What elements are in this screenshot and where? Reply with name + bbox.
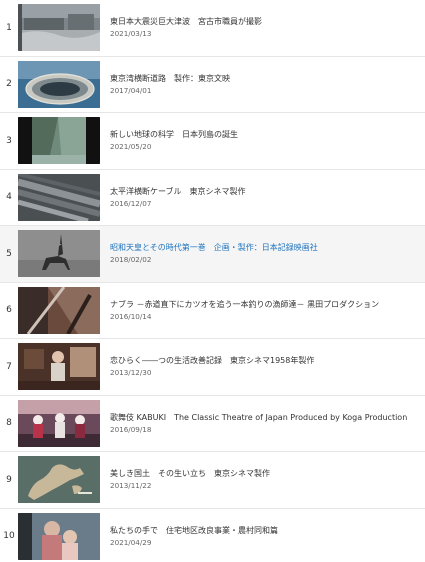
playlist-item-active[interactable]: 5 昭和天皇とその時代第一巻 企画・製作：日本記録映画社 2018/02/02 [0,226,425,283]
item-index: 2 [6,79,12,90]
video-title[interactable]: 東京湾横断道路 製作：東京文映 [110,73,425,84]
item-index: 6 [6,305,12,316]
item-index: 4 [6,192,12,203]
playlist-item[interactable]: 10 私たちの手で 住宅地区改良事業・農村同和篇 2021/04/29 [0,508,425,562]
coastal-cliff-thumbnail[interactable] [18,117,100,165]
item-index: 7 [6,361,12,372]
item-index: 1 [6,22,12,33]
playlist-item[interactable]: 3 新しい地球の科学 日本列島の誕生 2021/05/20 [0,113,425,170]
tsunami-thumbnail[interactable] [18,4,100,52]
video-playlist: 1 東日本大震災巨大津波 宮古市職員が撮影 2021/03/13 2 東京湾横断… [0,0,425,562]
video-title[interactable]: 私たちの手で 住宅地区改良事業・農村同和篇 [110,525,425,536]
kitchen-thumbnail[interactable] [18,343,100,391]
video-title[interactable]: 太平洋横断ケーブル 東京シネマ製作 [110,186,425,197]
mother-child-thumbnail[interactable] [18,512,100,560]
video-title[interactable]: 恋ひらく――つの生活改善記録 東京シネマ1958年製作 [110,355,425,366]
video-date: 2013/12/30 [110,368,152,378]
playlist-item[interactable]: 1 東日本大震災巨大津波 宮古市職員が撮影 2021/03/13 [0,0,425,57]
video-title[interactable]: ナブラ －赤道直下にカツオを追う一本釣りの漁師達－ 黒田プロダクション [110,299,425,310]
video-date: 2021/04/29 [110,537,152,547]
item-index: 5 [6,248,12,259]
playlist-item[interactable]: 8 歌舞伎 KABUKI The Classic Theatre of Japa… [0,395,425,452]
playlist-item[interactable]: 4 太平洋横断ケーブル 東京シネマ製作 2016/12/07 [0,169,425,226]
tunnel-shaft-thumbnail[interactable] [18,60,100,108]
video-date: 2018/02/02 [110,255,152,265]
video-title[interactable]: 新しい地球の科学 日本列島の誕生 [110,129,425,140]
cable-thumbnail[interactable] [18,173,100,221]
fishing-thumbnail[interactable] [18,286,100,334]
playlist-item[interactable]: 9 美しき国土 その生い立ち 東京シネマ製作 2013/11/22 [0,452,425,509]
item-index: 9 [6,474,12,485]
video-title[interactable]: 歌舞伎 KABUKI The Classic Theatre of Japan … [110,412,425,423]
playlist-item[interactable]: 2 東京湾横断道路 製作：東京文映 2017/04/01 [0,56,425,113]
item-index: 3 [6,135,12,146]
video-date: 2013/11/22 [110,481,152,491]
item-index: 10 [3,531,15,542]
video-date: 2021/05/20 [110,142,152,152]
video-date: 2016/09/18 [110,424,152,434]
map-thumbnail[interactable] [18,456,100,504]
item-index: 8 [6,418,12,429]
playlist-item[interactable]: 6 ナブラ －赤道直下にカツオを追う一本釣りの漁師達－ 黒田プロダクション 20… [0,282,425,339]
video-title[interactable]: 美しき国土 その生い立ち 東京シネマ製作 [110,468,425,479]
video-title[interactable]: 東日本大震災巨大津波 宮古市職員が撮影 [110,16,425,27]
kabuki-thumbnail[interactable] [18,399,100,447]
video-date: 2021/03/13 [110,29,152,39]
video-date: 2016/10/14 [110,311,152,321]
video-date: 2017/04/01 [110,85,152,95]
video-title[interactable]: 昭和天皇とその時代第一巻 企画・製作：日本記録映画社 [110,242,425,253]
horse-rider-thumbnail[interactable] [18,230,100,278]
playlist-item[interactable]: 7 恋ひらく――つの生活改善記録 東京シネマ1958年製作 2013/12/30 [0,339,425,396]
video-date: 2016/12/07 [110,198,152,208]
